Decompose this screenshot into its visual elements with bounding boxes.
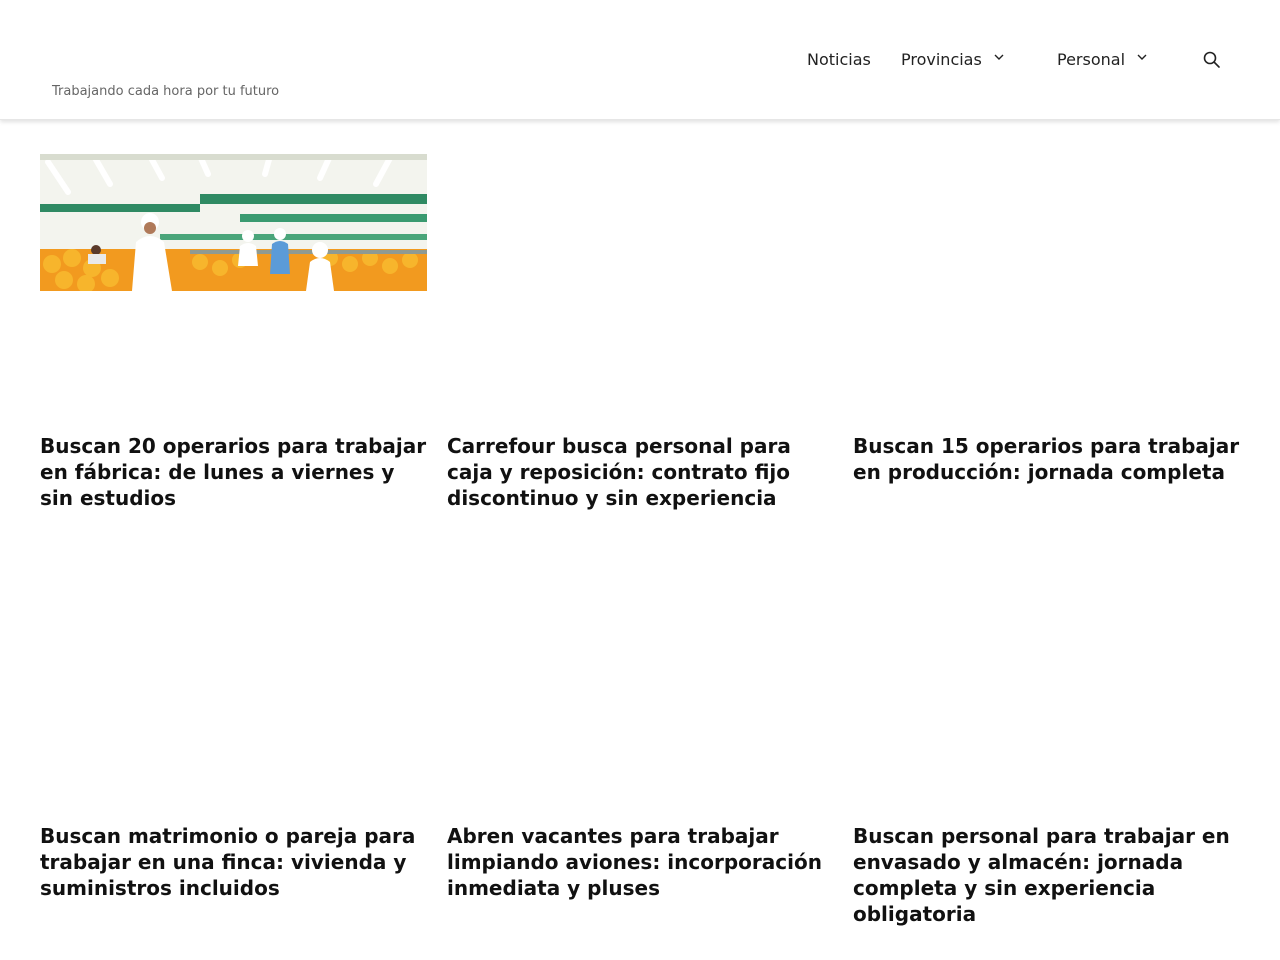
article-image[interactable] (40, 154, 427, 291)
nav-item-noticias[interactable]: Noticias (807, 50, 871, 69)
nav-label: Personal (1057, 50, 1126, 69)
article-title[interactable]: Buscan personal para trabajar en envasad… (853, 823, 1243, 927)
article-title[interactable]: Carrefour busca personal para caja y rep… (447, 433, 837, 511)
site-tagline: Trabajando cada hora por tu futuro (52, 84, 280, 99)
oranges-factory-photo (40, 154, 427, 291)
nav-label: Noticias (807, 50, 871, 69)
nav-item-personal[interactable]: Personal (1057, 50, 1147, 69)
article-title[interactable]: Abren vacantes para trabajar limpiando a… (447, 823, 837, 901)
nav-label: Provincias (901, 50, 982, 69)
article-title[interactable]: Buscan matrimonio o pareja para trabajar… (40, 823, 430, 901)
chevron-down-icon (1137, 54, 1147, 60)
chevron-down-icon (994, 54, 1004, 60)
site-header: Trabajando cada hora por tu futuro Notic… (0, 0, 1280, 120)
nav-item-provincias[interactable]: Provincias (901, 50, 1004, 69)
article-title[interactable]: Buscan 15 operarios para trabajar en pro… (853, 433, 1243, 485)
article-title[interactable]: Buscan 20 operarios para trabajar en fáb… (40, 433, 430, 511)
search-icon[interactable] (1202, 50, 1222, 70)
